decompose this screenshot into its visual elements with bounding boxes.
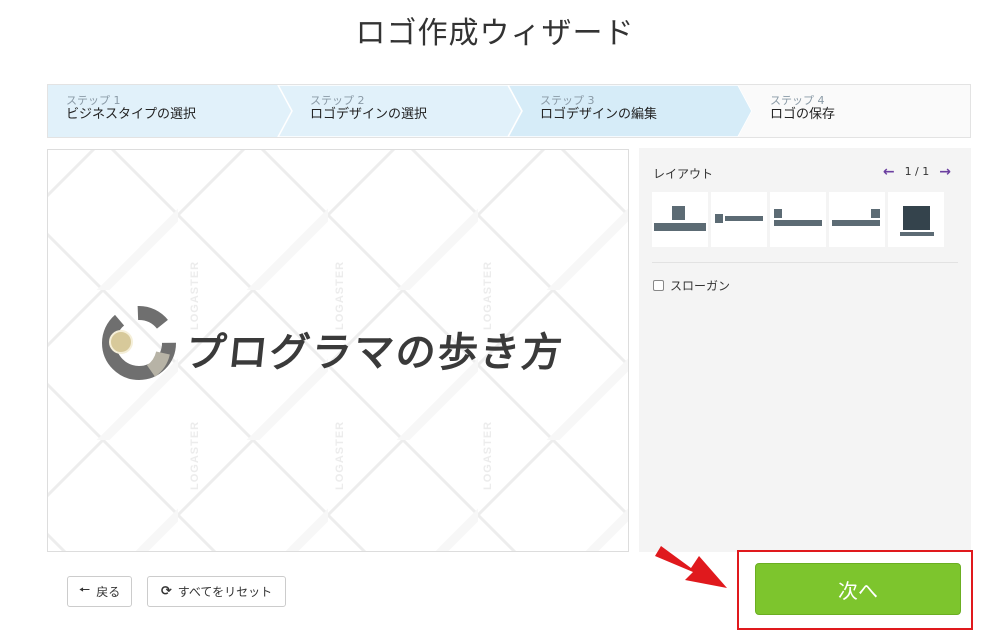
layout-option-top-right-icon[interactable] (829, 192, 885, 247)
step-label: ビジネスタイプの選択 (66, 107, 197, 122)
logo-text: プログラマの歩き方 (183, 330, 566, 376)
reset-label: すべてをリセット (177, 585, 273, 599)
layout-option-left-icon[interactable] (711, 192, 767, 247)
layout-option-top-left-icon[interactable] (770, 192, 826, 247)
step-number: ステップ 4 (770, 94, 825, 107)
watermark-text: LOGASTER (482, 421, 494, 490)
annotation-arrow-icon (655, 546, 727, 588)
next-button[interactable]: 次へ (755, 563, 961, 615)
divider (652, 262, 958, 263)
logo-preview-canvas[interactable]: LOGASTER LOGASTER LOGASTER LOGASTER LOGA… (47, 149, 629, 552)
layout-panel: レイアウト ← 1 / 1 → スローガン (639, 148, 971, 552)
slogan-label: スローガン (670, 279, 731, 293)
arrow-right-icon[interactable]: → (939, 165, 951, 179)
step-number: ステップ 2 (310, 94, 365, 107)
wizard-steps: ステップ 1 ビジネスタイプの選択 ステップ 2 ロゴデザインの選択 ステップ … (47, 84, 971, 138)
refresh-icon: ⟳ (160, 584, 172, 599)
layout-heading: レイアウト (653, 167, 714, 181)
layout-option-large-icon[interactable] (888, 192, 944, 247)
step-2[interactable]: ステップ 2 ロゴデザインの選択 (292, 85, 522, 137)
page-title: ロゴ作成ウィザード (355, 16, 635, 51)
layout-option-top-icon[interactable] (652, 192, 708, 247)
step-label: ロゴの保存 (770, 107, 836, 122)
watermark-text: LOGASTER (189, 421, 201, 490)
arrow-left-icon[interactable]: ← (883, 165, 895, 179)
reset-all-button[interactable]: ⟳ すべてをリセット (147, 576, 286, 607)
step-label: ロゴデザインの選択 (310, 107, 428, 122)
checkbox-icon[interactable] (653, 280, 664, 291)
step-1[interactable]: ステップ 1 ビジネスタイプの選択 (48, 85, 278, 137)
step-3[interactable]: ステップ 3 ロゴデザインの編集 (522, 85, 752, 137)
slogan-checkbox[interactable]: スローガン (653, 277, 730, 294)
logo-mark-icon (102, 306, 176, 380)
step-4: ステップ 4 ロゴの保存 (752, 85, 970, 137)
layout-pager: ← 1 / 1 → (883, 165, 951, 179)
back-label: 戻る (96, 585, 121, 599)
step-label: ロゴデザインの編集 (540, 107, 658, 122)
step-number: ステップ 1 (66, 94, 121, 107)
back-button[interactable]: 🠔 戻る (67, 576, 132, 607)
layout-thumbnails (652, 192, 944, 247)
step-number: ステップ 3 (540, 94, 595, 107)
pager-text: 1 / 1 (904, 165, 930, 178)
watermark-text: LOGASTER (334, 421, 346, 490)
arrow-left-icon: 🠔 (78, 582, 91, 598)
